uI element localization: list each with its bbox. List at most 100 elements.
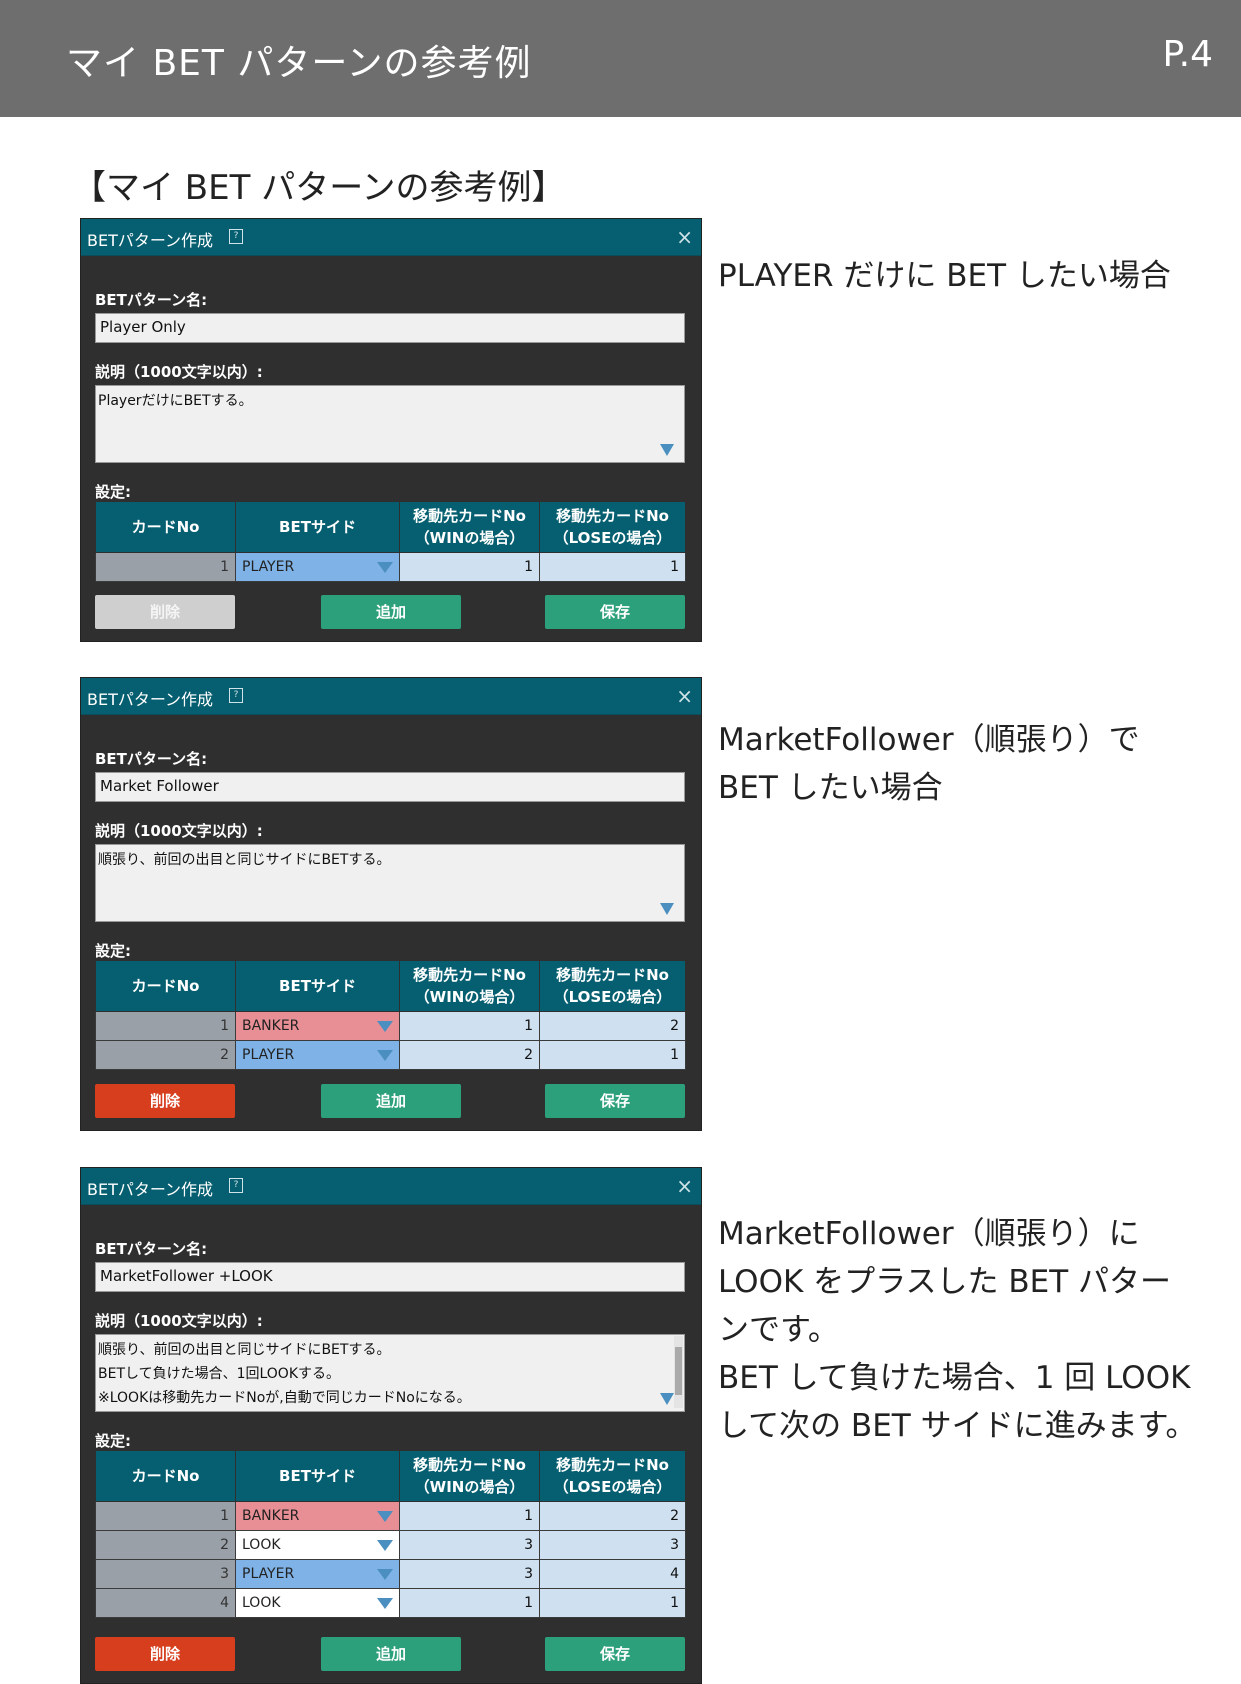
lose-next-card-input[interactable]: 1 xyxy=(539,1588,686,1618)
table-row: 1 BANKER 1 2 xyxy=(95,1501,686,1531)
bet-side-select[interactable]: PLAYER xyxy=(235,552,400,582)
pattern-name-label: BETパターン名: xyxy=(95,750,208,768)
description-label: 説明（1000文字以内）: xyxy=(95,1312,263,1330)
help-icon[interactable]: ? xyxy=(229,1178,243,1193)
column-header: 移動先カードNo （LOSEの場合） xyxy=(539,1450,686,1502)
dropdown-arrow-icon[interactable] xyxy=(377,1511,393,1522)
lose-next-card-input[interactable]: 2 xyxy=(539,1011,686,1041)
pattern-name-input[interactable]: MarketFollower +LOOK xyxy=(95,1262,685,1292)
caption-line: BET して負けた場合、1 回 LOOK xyxy=(718,1360,1191,1396)
pattern-caption: MarketFollower（順張り）に LOOK をプラスした BET パターン… xyxy=(718,1210,1196,1450)
column-header: BETサイド xyxy=(235,960,400,1012)
bet-side-select[interactable]: PLAYER xyxy=(235,1559,400,1589)
resize-arrow-icon xyxy=(660,1393,674,1405)
pattern-name-input[interactable]: Player Only xyxy=(95,313,685,343)
settings-table: カードNo BETサイド 移動先カードNo （WINの場合） 移動先カードNo （LOSE… xyxy=(95,960,686,1070)
add-button[interactable]: 追加 xyxy=(321,1637,461,1671)
close-icon[interactable]: × xyxy=(676,225,693,249)
save-button[interactable]: 保存 xyxy=(545,595,685,629)
column-header: カードNo xyxy=(95,501,236,553)
delete-button[interactable]: 削除 xyxy=(95,595,235,629)
column-header: 移動先カードNo （WINの場合） xyxy=(399,1450,540,1502)
table-header-row: カードNo BETサイド 移動先カードNo （WINの場合） 移動先カードNo （LOSE… xyxy=(95,501,686,553)
bet-side-select[interactable]: PLAYER xyxy=(235,1040,400,1070)
resize-arrow-icon xyxy=(660,444,674,456)
page-title: マイ BET パターンの参考例 xyxy=(66,43,532,84)
settings-label: 設定: xyxy=(95,1432,131,1450)
card-no-cell: 3 xyxy=(95,1559,236,1589)
table-header-row: カードNo BETサイド 移動先カードNo （WINの場合） 移動先カードNo （LOSE… xyxy=(95,960,686,1012)
dropdown-arrow-icon[interactable] xyxy=(377,562,393,573)
table-row: 3 PLAYER 3 4 xyxy=(95,1559,686,1589)
description-textarea[interactable]: PlayerだけにBETする。 xyxy=(95,385,685,463)
save-button[interactable]: 保存 xyxy=(545,1084,685,1118)
close-icon[interactable]: × xyxy=(676,684,693,708)
dialog-titlebar: BETパターン作成? × xyxy=(81,1168,701,1205)
save-button[interactable]: 保存 xyxy=(545,1637,685,1671)
scrollbar-thumb[interactable] xyxy=(675,1347,682,1395)
dialog-title: BETパターン作成 xyxy=(87,1180,214,1199)
table-row: 2 PLAYER 2 1 xyxy=(95,1040,686,1070)
help-icon[interactable]: ? xyxy=(229,688,243,703)
description-line: BETして負けた場合、1回LOOKする。 xyxy=(98,1366,341,1382)
dropdown-arrow-icon[interactable] xyxy=(377,1021,393,1032)
settings-label: 設定: xyxy=(95,942,131,960)
description-line: ※LOOKは移動先カードNoが,自動で同じカードNoになる。 xyxy=(98,1390,471,1406)
caption-line: して次の BET サイドに進みます。 xyxy=(718,1408,1197,1444)
table-row: 2 LOOK 3 3 xyxy=(95,1530,686,1560)
lose-next-card-input[interactable]: 1 xyxy=(539,552,686,582)
close-icon[interactable]: × xyxy=(676,1174,693,1198)
resize-arrow-icon xyxy=(660,903,674,915)
table-row: 4 LOOK 1 1 xyxy=(95,1588,686,1618)
dialog-titlebar: BETパターン作成? × xyxy=(81,678,701,715)
add-button[interactable]: 追加 xyxy=(321,595,461,629)
pattern-name-input[interactable]: Market Follower xyxy=(95,772,685,802)
win-next-card-input[interactable]: 2 xyxy=(399,1040,540,1070)
delete-button[interactable]: 削除 xyxy=(95,1637,235,1671)
table-row: 1 PLAYER 1 1 xyxy=(95,552,686,582)
win-next-card-input[interactable]: 3 xyxy=(399,1559,540,1589)
page-number: P.4 xyxy=(1162,34,1213,75)
dropdown-arrow-icon[interactable] xyxy=(377,1540,393,1551)
bet-pattern-dialog: BETパターン作成? × BETパターン名: MarketFollower +LOOK… xyxy=(80,1167,702,1684)
lose-next-card-input[interactable]: 1 xyxy=(539,1040,686,1070)
card-no-cell: 1 xyxy=(95,1011,236,1041)
win-next-card-input[interactable]: 3 xyxy=(399,1530,540,1560)
caption-line: MarketFollower（順張り）に xyxy=(718,1216,1140,1252)
column-header: BETサイド xyxy=(235,501,400,553)
caption-line: MarketFollower（順張り）で xyxy=(718,722,1140,758)
dropdown-arrow-icon[interactable] xyxy=(377,1598,393,1609)
dropdown-arrow-icon[interactable] xyxy=(377,1569,393,1580)
help-icon[interactable]: ? xyxy=(229,229,243,244)
bet-side-select[interactable]: BANKER xyxy=(235,1501,400,1531)
bet-side-select[interactable]: LOOK xyxy=(235,1530,400,1560)
win-next-card-input[interactable]: 1 xyxy=(399,1011,540,1041)
pattern-caption: PLAYER だけに BET したい場合 xyxy=(718,252,1171,300)
settings-table: カードNo BETサイド 移動先カードNo （WINの場合） 移動先カードNo （LOSE… xyxy=(95,501,686,582)
lose-next-card-input[interactable]: 3 xyxy=(539,1530,686,1560)
column-header: 移動先カードNo （WINの場合） xyxy=(399,960,540,1012)
description-line: 順張り、前回の出目と同じサイドにBETする。 xyxy=(98,1342,391,1358)
add-button[interactable]: 追加 xyxy=(321,1084,461,1118)
description-line: 順張り、前回の出目と同じサイドにBETする。 xyxy=(98,852,391,868)
settings-label: 設定: xyxy=(95,483,131,501)
bet-side-select[interactable]: BANKER xyxy=(235,1011,400,1041)
description-label: 説明（1000文字以内）: xyxy=(95,822,263,840)
win-next-card-input[interactable]: 1 xyxy=(399,552,540,582)
bet-side-select[interactable]: LOOK xyxy=(235,1588,400,1618)
lose-next-card-input[interactable]: 4 xyxy=(539,1559,686,1589)
column-header: 移動先カードNo （LOSEの場合） xyxy=(539,501,686,553)
column-header: カードNo xyxy=(95,1450,236,1502)
pattern-name-label: BETパターン名: xyxy=(95,1240,208,1258)
dialog-title: BETパターン作成 xyxy=(87,231,214,250)
win-next-card-input[interactable]: 1 xyxy=(399,1588,540,1618)
delete-button[interactable]: 削除 xyxy=(95,1084,235,1118)
description-textarea[interactable]: 順張り、前回の出目と同じサイドにBETする。 BETして負けた場合、1回LOOKす… xyxy=(95,1334,685,1412)
win-next-card-input[interactable]: 1 xyxy=(399,1501,540,1531)
column-header: 移動先カードNo （LOSEの場合） xyxy=(539,960,686,1012)
lose-next-card-input[interactable]: 2 xyxy=(539,1501,686,1531)
dropdown-arrow-icon[interactable] xyxy=(377,1050,393,1061)
page-header: マイ BET パターンの参考例 P.4 xyxy=(0,0,1241,117)
description-textarea[interactable]: 順張り、前回の出目と同じサイドにBETする。 xyxy=(95,844,685,922)
column-header: カードNo xyxy=(95,960,236,1012)
